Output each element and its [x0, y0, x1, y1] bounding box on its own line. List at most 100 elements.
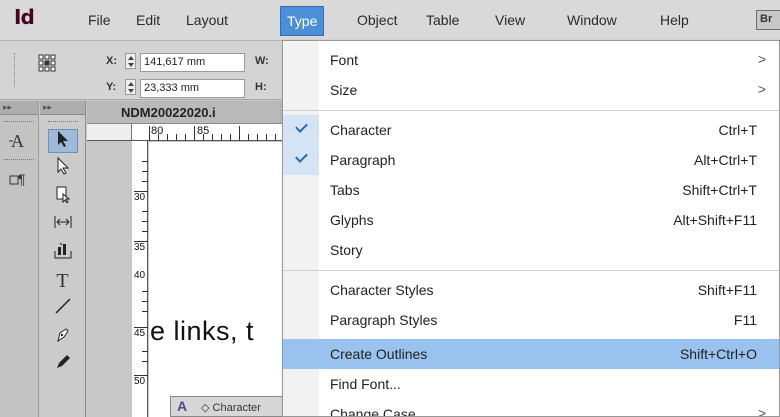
collapse-icon[interactable]: ▸▸	[40, 101, 85, 115]
menu-separator	[283, 110, 779, 111]
x-stepper[interactable]	[125, 53, 136, 69]
paragraph-panel-icon[interactable]: ¶	[7, 167, 31, 191]
menu-item-size[interactable]: Size >	[283, 75, 779, 105]
check-column	[283, 399, 319, 416]
ruler-tick	[142, 351, 148, 352]
ruler-tick	[239, 126, 240, 141]
menu-item-character-styles[interactable]: Character Styles Shift+F11	[283, 275, 779, 305]
ruler-tick	[275, 134, 276, 141]
menu-item-font[interactable]: Font >	[283, 45, 779, 75]
ruler-tick	[134, 191, 148, 192]
menu-view[interactable]: View	[495, 12, 525, 28]
vertical-ruler[interactable]: 30 35 40 45 50	[132, 141, 148, 417]
character-panel-icon[interactable]: A	[7, 129, 31, 153]
w-label: W:	[255, 55, 269, 67]
menu-item-change-case[interactable]: Change Case >	[283, 399, 779, 417]
document-title: NDM20022020.i	[121, 105, 216, 120]
character-panel-label: ◇ Character	[201, 402, 261, 414]
check-column	[283, 275, 319, 305]
menu-item-label: Story	[330, 242, 363, 258]
pen-tool-icon[interactable]	[48, 325, 78, 349]
menu-item-paragraph-styles[interactable]: Paragraph Styles F11	[283, 305, 779, 335]
check-column	[283, 205, 319, 235]
ruler-tick	[221, 134, 222, 141]
ruler-tick	[142, 291, 148, 292]
x-field[interactable]: 141,617 mm	[140, 53, 245, 72]
page-tool-icon[interactable]	[48, 185, 78, 209]
menu-item-glyphs[interactable]: Glyphs Alt+Shift+F11	[283, 205, 779, 235]
ruler-tick	[142, 311, 148, 312]
menu-item-find-font[interactable]: Find Font...	[283, 369, 779, 399]
ruler-tick	[158, 134, 159, 141]
app-logo: Id	[14, 5, 35, 29]
document-tab[interactable]: NDM20022020.i	[87, 101, 287, 124]
check-column	[283, 175, 319, 205]
menu-item-paragraph[interactable]: Paragraph Alt+Ctrl+T	[283, 145, 779, 175]
tools-panel: ▸▸ T	[40, 101, 86, 417]
ruler-origin[interactable]	[87, 124, 132, 141]
ruler-tick	[142, 231, 148, 232]
type-tool-icon[interactable]: T	[48, 269, 78, 293]
menu-item-label: Paragraph Styles	[330, 312, 438, 328]
menu-item-label: Character Styles	[330, 282, 434, 298]
panel-dock: ▸▸ A ¶	[0, 101, 39, 417]
menu-item-label: Character	[330, 122, 392, 138]
y-field[interactable]: 23,333 mm	[140, 79, 245, 98]
selection-tool-icon[interactable]	[47, 129, 78, 153]
direct-selection-tool-icon[interactable]	[48, 156, 78, 181]
reference-point-icon[interactable]	[38, 54, 56, 72]
menu-item-shortcut: Alt+Shift+F11	[673, 212, 757, 228]
panel-grip[interactable]	[47, 121, 78, 125]
menu-window[interactable]: Window	[567, 12, 617, 28]
character-panel-tab[interactable]: A ◇ Character	[170, 396, 287, 417]
bridge-button[interactable]: Br	[756, 10, 780, 30]
menu-object[interactable]: Object	[357, 12, 397, 28]
collapse-icon[interactable]: ▸▸	[0, 101, 38, 115]
menu-table[interactable]: Table	[426, 12, 459, 28]
menu-separator	[283, 270, 779, 271]
menu-item-label: Paragraph	[330, 152, 396, 168]
check-icon	[283, 145, 319, 175]
ruler-tick	[248, 134, 249, 141]
menu-item-shortcut: F11	[733, 312, 757, 328]
gap-tool-icon[interactable]	[48, 213, 78, 237]
y-label: Y:	[106, 81, 117, 93]
ruler-tick	[142, 211, 148, 212]
ruler-tick	[194, 126, 195, 141]
content-collector-icon[interactable]	[48, 241, 78, 265]
panel-grip[interactable]	[4, 121, 34, 125]
type-menu-dropdown: Font > Size > Character Ctrl+T Paragraph…	[282, 40, 780, 417]
line-tool-icon[interactable]	[48, 297, 78, 321]
ruler-label: 35	[134, 242, 146, 253]
menu-item-create-outlines[interactable]: Create Outlines Shift+Ctrl+O	[283, 339, 779, 369]
menu-file[interactable]: File	[88, 12, 111, 28]
svg-text:¶: ¶	[18, 171, 26, 187]
menu-item-label: Size	[330, 82, 358, 98]
panel-grip[interactable]	[4, 159, 34, 163]
pencil-tool-icon[interactable]	[48, 353, 78, 377]
ruler-tick	[212, 134, 213, 141]
ruler-tick	[167, 134, 168, 141]
menu-bar: Id File Edit Layout Type Object Table Vi…	[0, 0, 780, 41]
menu-item-shortcut: Shift+F11	[697, 282, 757, 298]
menu-item-tabs[interactable]: Tabs Shift+Ctrl+T	[283, 175, 779, 205]
ruler-tick	[134, 241, 148, 242]
menu-edit[interactable]: Edit	[136, 12, 160, 28]
submenu-arrow-icon: >	[757, 405, 766, 417]
y-stepper[interactable]	[125, 79, 136, 95]
ruler-tick	[142, 171, 148, 172]
document-canvas[interactable]	[149, 142, 287, 417]
menu-item-character[interactable]: Character Ctrl+T	[283, 115, 779, 145]
menu-help[interactable]: Help	[660, 12, 689, 28]
document-text[interactable]: e links, t	[150, 316, 254, 347]
menu-layout[interactable]: Layout	[186, 12, 228, 28]
panel-grip[interactable]	[14, 53, 17, 87]
menu-item-story[interactable]: Story	[283, 235, 779, 265]
ruler-tick	[230, 134, 231, 141]
check-column	[283, 305, 319, 335]
ruler-tick	[142, 181, 148, 182]
menu-item-label: Change Case	[330, 406, 416, 417]
check-column	[283, 369, 319, 399]
menu-type[interactable]: Type	[280, 6, 325, 36]
ruler-tick	[203, 134, 204, 141]
